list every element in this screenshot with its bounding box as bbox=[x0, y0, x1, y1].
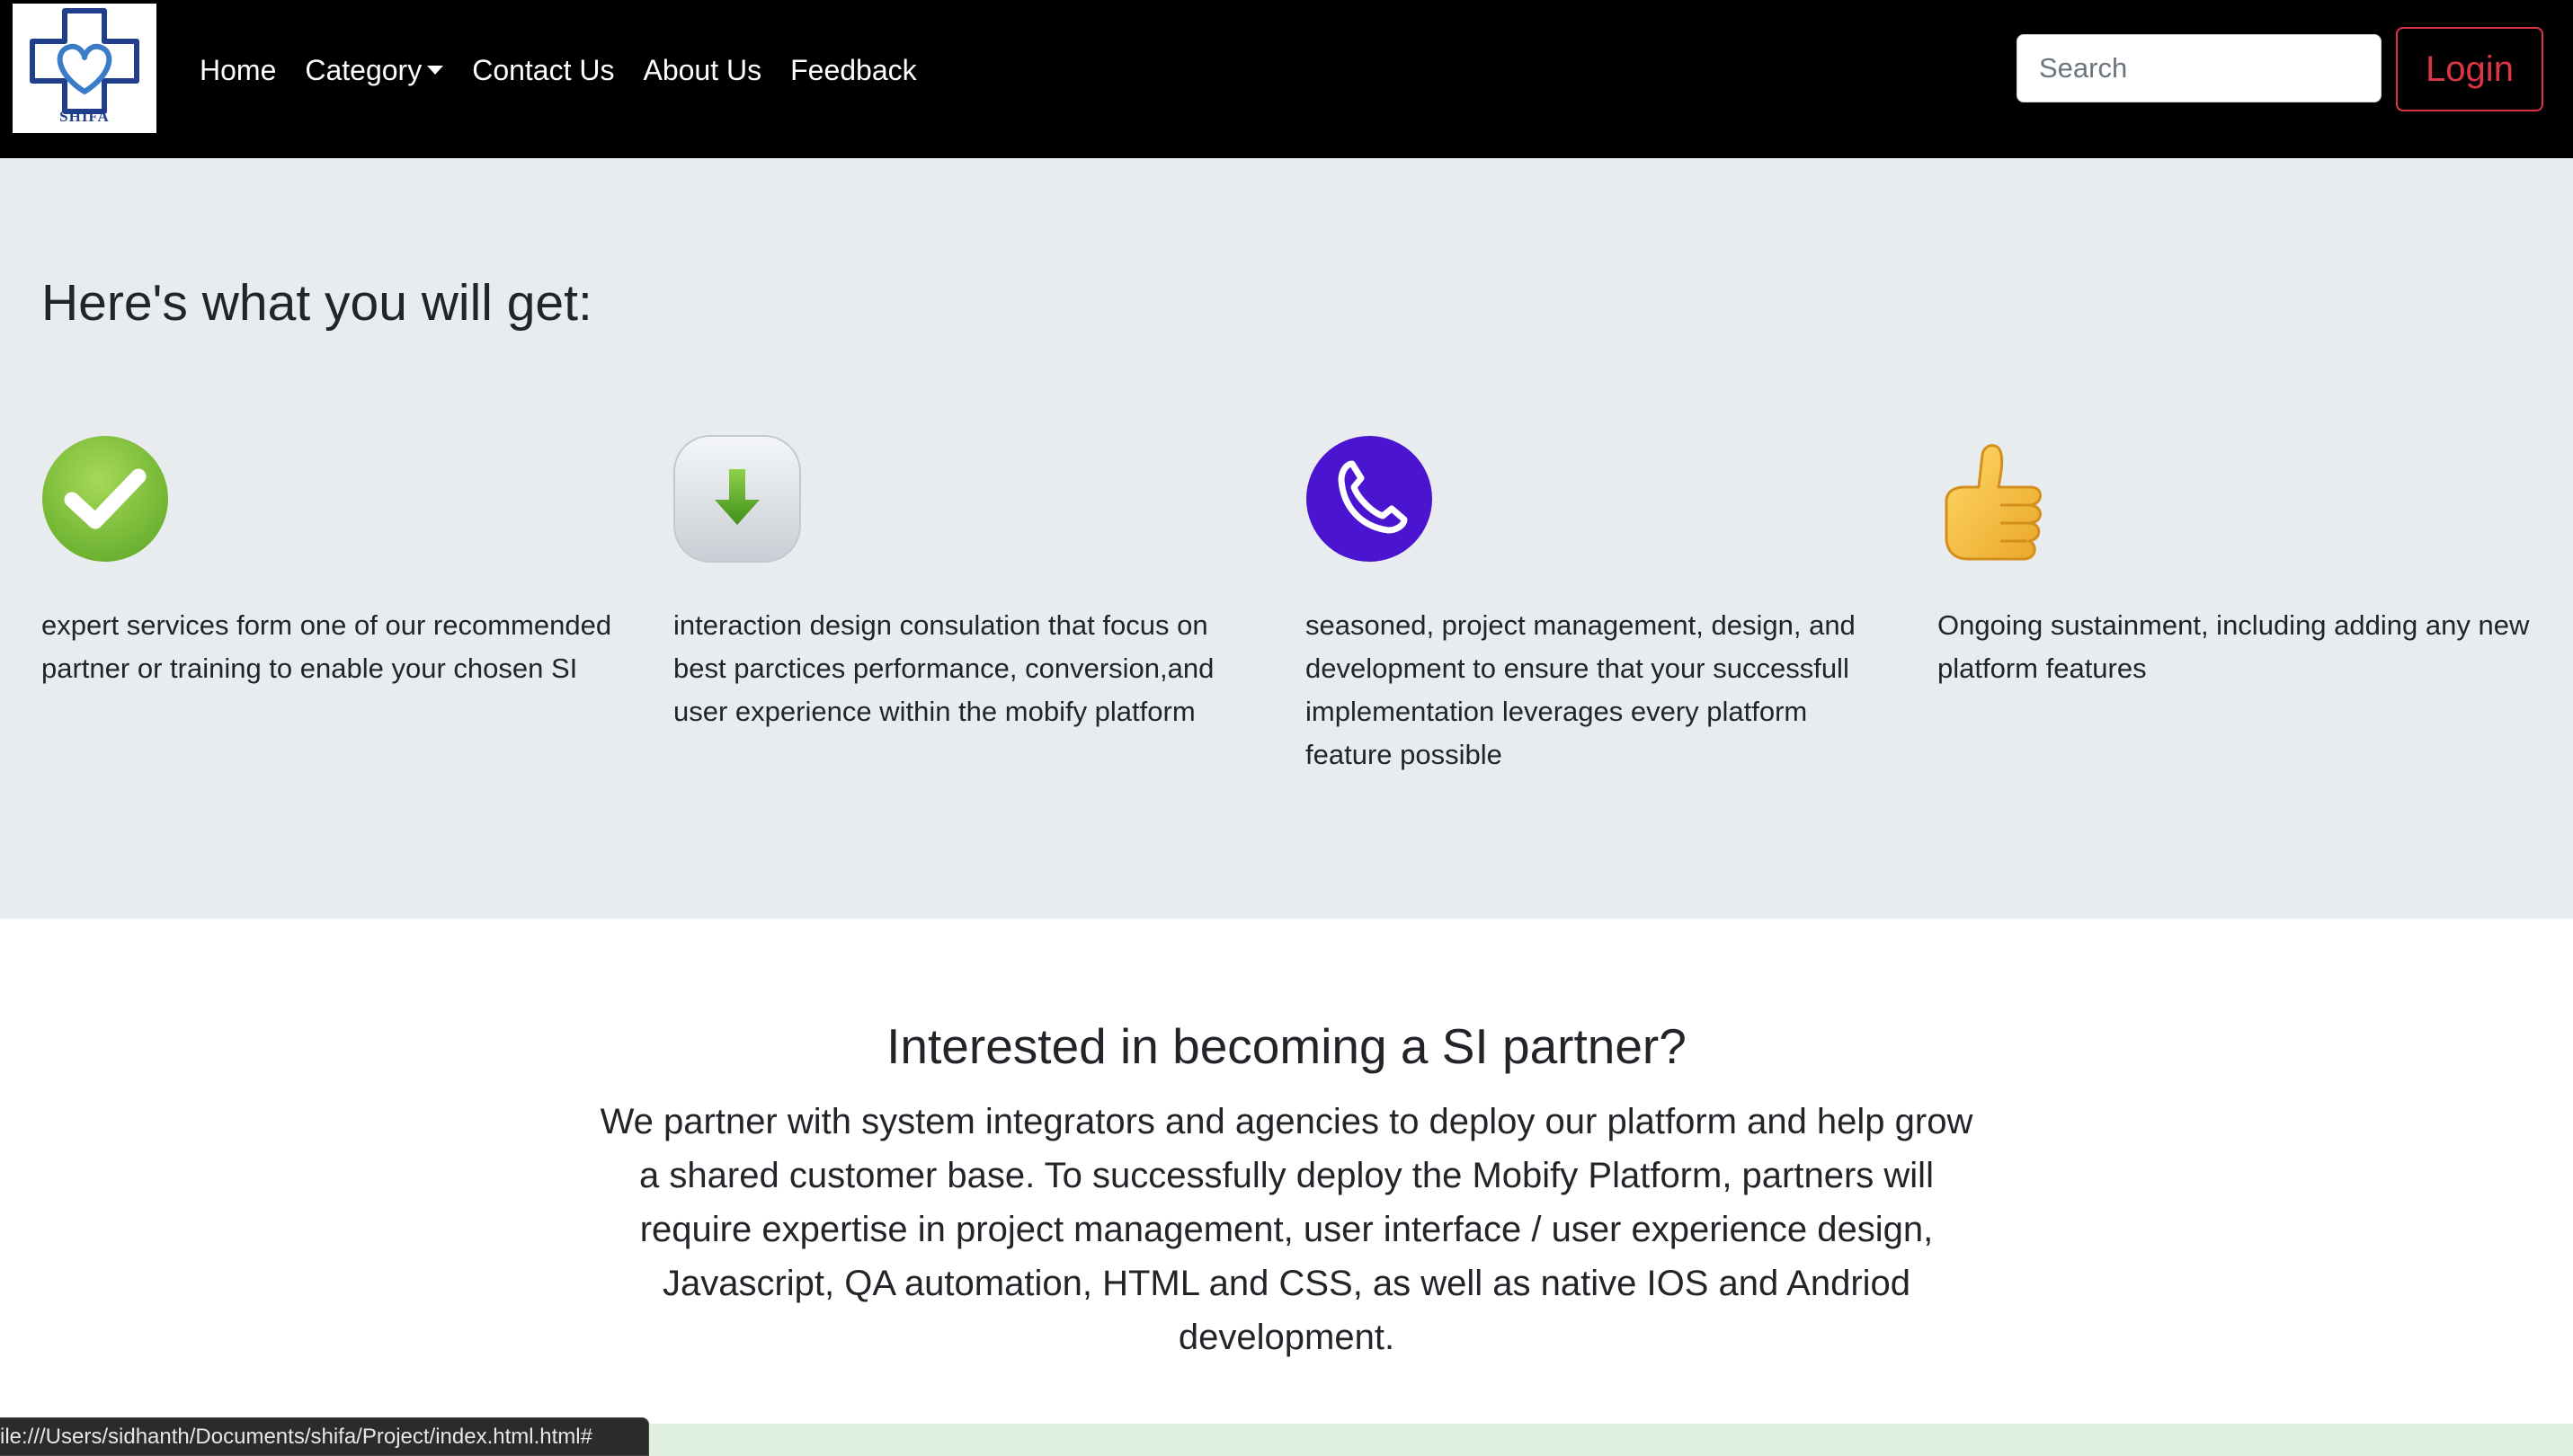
partner-heading: Interested in becoming a SI partner? bbox=[886, 1018, 1687, 1074]
partner-section: Interested in becoming a SI partner? We … bbox=[0, 919, 2573, 1422]
nav-category-dropdown[interactable]: Category bbox=[305, 50, 444, 90]
nav-feedback[interactable]: Feedback bbox=[790, 50, 917, 90]
feature-text: seasoned, project management, design, an… bbox=[1305, 609, 1856, 770]
thumbs-up-icon bbox=[1945, 444, 2042, 561]
download-arrow-icon bbox=[673, 435, 801, 563]
nav-category-label: Category bbox=[305, 54, 423, 86]
features-section: Here's what you will get: expert service… bbox=[0, 158, 2573, 919]
nav-contact-us[interactable]: Contact Us bbox=[472, 50, 614, 90]
nav-links: Home Category Contact Us About Us Feedba… bbox=[200, 50, 946, 90]
caret-down-icon bbox=[427, 65, 444, 75]
features-heading: Here's what you will get: bbox=[41, 274, 592, 332]
partner-description: We partner with system integrators and a… bbox=[600, 1102, 1973, 1357]
navbar: SHIFA Home Category Contact Us About Us … bbox=[0, 0, 2573, 158]
feature-text: interaction design consulation that focu… bbox=[673, 609, 1215, 727]
search-input[interactable] bbox=[2017, 34, 2382, 102]
logo-text: SHIFA bbox=[59, 108, 110, 125]
phone-icon bbox=[1306, 436, 1432, 562]
nav-home[interactable]: Home bbox=[200, 50, 276, 90]
check-circle-icon bbox=[42, 436, 168, 562]
feature-text: Ongoing sustainment, including adding an… bbox=[1937, 609, 2530, 684]
feature-text: expert services form one of our recommen… bbox=[41, 609, 612, 684]
browser-status-bar: ile:///Users/sidhanth/Documents/shifa/Pr… bbox=[0, 1417, 649, 1456]
nav-about-us[interactable]: About Us bbox=[643, 50, 761, 90]
login-button[interactable]: Login bbox=[2396, 27, 2543, 111]
shifa-logo[interactable]: SHIFA bbox=[13, 4, 156, 133]
